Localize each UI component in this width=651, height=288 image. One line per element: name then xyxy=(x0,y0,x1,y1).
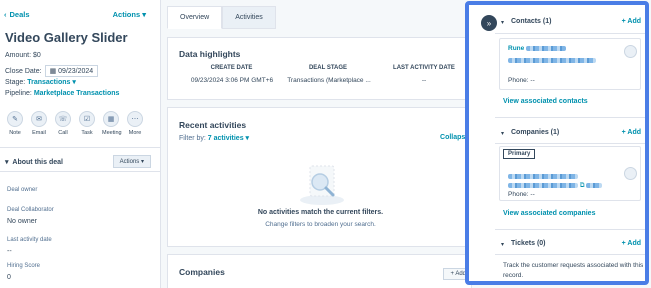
about-section-toggle[interactable]: ▾ About this deal xyxy=(5,158,63,166)
contacts-section-title[interactable]: Contacts (1) xyxy=(511,18,551,25)
divider xyxy=(495,117,645,118)
meeting-button[interactable]: ▦ Meeting xyxy=(102,111,122,136)
recent-activities-card: Recent activities Filter by: 7 activitie… xyxy=(167,107,477,247)
back-to-deals-link[interactable]: ‹ Deals xyxy=(4,10,30,19)
hiring-score-value[interactable]: 0 xyxy=(7,274,11,281)
company-avatar xyxy=(624,167,637,180)
chevron-down-icon: ▾ xyxy=(142,10,146,19)
chevron-left-icon: ‹ xyxy=(4,10,7,19)
task-button[interactable]: ☑ Task xyxy=(78,111,96,136)
data-highlights-card: Data highlights CREATE DATE DEAL STAGE L… xyxy=(167,37,472,100)
empty-search-illustration xyxy=(300,165,344,205)
view-associated-companies-link[interactable]: View associated companies xyxy=(503,210,595,217)
deal-collaborator-label: Deal Collaborator xyxy=(7,207,54,213)
external-link-icon: ⧉ xyxy=(579,182,585,189)
company-domain-link[interactable]: ⧉ xyxy=(508,182,603,190)
company-phone: Phone: -- xyxy=(508,191,535,198)
companies-title: Companies xyxy=(179,267,225,277)
contact-card: Rune Phone: -- xyxy=(499,38,641,90)
tickets-empty-text: Track the customer requests associated w… xyxy=(503,262,644,279)
more-icon: ⋯ xyxy=(127,111,143,127)
actions-dropdown[interactable]: Actions ▾ xyxy=(113,10,146,19)
divider xyxy=(495,33,645,34)
deal-stage-header: DEAL STAGE xyxy=(308,65,348,71)
empty-state-title: No activities match the current filters. xyxy=(257,209,384,216)
tickets-section-title[interactable]: Tickets (0) xyxy=(511,240,546,247)
chevron-down-icon: ▾ xyxy=(5,159,9,166)
divider xyxy=(495,229,645,230)
divider xyxy=(0,147,161,148)
record-tabs: Overview Activities xyxy=(167,6,276,29)
calendar-icon: ▦ xyxy=(103,111,119,127)
add-company-association-button[interactable]: + Add xyxy=(622,129,641,136)
contact-email xyxy=(508,57,596,64)
activity-filter-dropdown[interactable]: 7 activities ▾ xyxy=(208,135,249,142)
divider xyxy=(0,171,161,172)
empty-state-subtitle: Change filters to broaden your search. xyxy=(265,221,376,228)
deal-stage-value: Transactions (Marketplace ... xyxy=(287,77,371,84)
email-button[interactable]: ✉ Email xyxy=(30,111,48,136)
last-activity-date-header: LAST ACTIVITY DATE xyxy=(393,65,455,71)
chevron-down-icon: ▾ xyxy=(501,131,505,137)
primary-badge: Primary xyxy=(503,149,536,159)
close-date-field[interactable]: ▦ 09/23/2024 xyxy=(44,65,99,77)
view-associated-contacts-link[interactable]: View associated contacts xyxy=(503,98,588,105)
tab-overview[interactable]: Overview xyxy=(167,6,223,29)
pipeline-property: Pipeline: Marketplace Transactions xyxy=(5,90,120,97)
pipeline-value[interactable]: Marketplace Transactions xyxy=(34,90,120,97)
add-contact-button[interactable]: + Add xyxy=(622,18,641,25)
add-ticket-button[interactable]: + Add xyxy=(622,240,641,247)
chevron-down-icon: ▾ xyxy=(501,242,505,248)
calendar-icon: ▦ xyxy=(49,68,57,75)
create-date-value: 09/23/2024 3:06 PM GMT+6 xyxy=(190,77,274,84)
create-date-header: CREATE DATE xyxy=(210,65,253,71)
recent-activities-title: Recent activities xyxy=(179,120,247,130)
stage-property: Stage: Transactions ▾ xyxy=(5,79,76,86)
last-activity-date-label: Last activity date xyxy=(7,237,52,243)
contact-name-link[interactable]: Rune xyxy=(508,45,567,52)
redacted-company xyxy=(508,173,578,179)
data-highlights-title: Data highlights xyxy=(179,49,241,59)
divider xyxy=(495,254,645,255)
contact-phone: Phone: -- xyxy=(508,77,535,84)
deal-owner-label: Deal owner xyxy=(7,187,38,193)
main-content: Overview Activities Data highlights CREA… xyxy=(167,0,477,288)
double-chevron-right-icon: » xyxy=(486,18,492,28)
deal-sidebar: ‹ Deals Actions ▾ Video Gallery Slider Am… xyxy=(0,0,161,288)
redacted-name xyxy=(526,45,567,51)
redacted-extra xyxy=(586,182,603,188)
last-activity-date-value[interactable]: -- xyxy=(7,248,12,255)
last-activity-date-value: -- xyxy=(421,77,427,84)
associations-panel: » ▾ Contacts (1) + Add Rune Phone: -- Vi… xyxy=(465,1,649,285)
contact-avatar xyxy=(624,45,637,58)
pencil-icon: ✎ xyxy=(7,111,23,127)
redacted-domain xyxy=(508,182,578,188)
collapse-sidebar-button[interactable]: » xyxy=(481,15,497,31)
companies-section-title[interactable]: Companies (1) xyxy=(511,129,559,136)
close-date-property: Close Date: ▦ 09/23/2024 xyxy=(5,65,99,77)
stage-dropdown[interactable]: Transactions ▾ xyxy=(27,79,76,86)
redacted-email xyxy=(508,57,596,63)
quick-actions: ✎ Note ✉ Email ☏ Call ☑ Task ▦ Meeting ⋯ More xyxy=(6,111,144,136)
deal-title: Video Gallery Slider xyxy=(5,30,128,45)
about-actions-button[interactable]: Actions ▾ xyxy=(112,155,151,168)
email-icon: ✉ xyxy=(31,111,47,127)
more-button[interactable]: ⋯ More xyxy=(126,111,144,136)
task-icon: ☑ xyxy=(79,111,95,127)
tab-activities[interactable]: Activities xyxy=(222,6,276,29)
chevron-down-icon: ▾ xyxy=(501,20,505,26)
note-button[interactable]: ✎ Note xyxy=(6,111,24,136)
phone-icon: ☏ xyxy=(55,111,71,127)
call-button[interactable]: ☏ Call xyxy=(54,111,72,136)
amount-property: Amount: $0 xyxy=(5,52,41,59)
deal-collaborator-value[interactable]: No owner xyxy=(7,218,37,225)
activity-filter: Filter by: 7 activities ▾ xyxy=(179,135,250,142)
amount-value[interactable]: $0 xyxy=(33,52,41,59)
companies-card: Companies + Add xyxy=(167,254,473,288)
company-name-link[interactable] xyxy=(508,173,578,180)
divider xyxy=(495,143,645,144)
hiring-score-label: Hiring Score xyxy=(7,263,41,269)
